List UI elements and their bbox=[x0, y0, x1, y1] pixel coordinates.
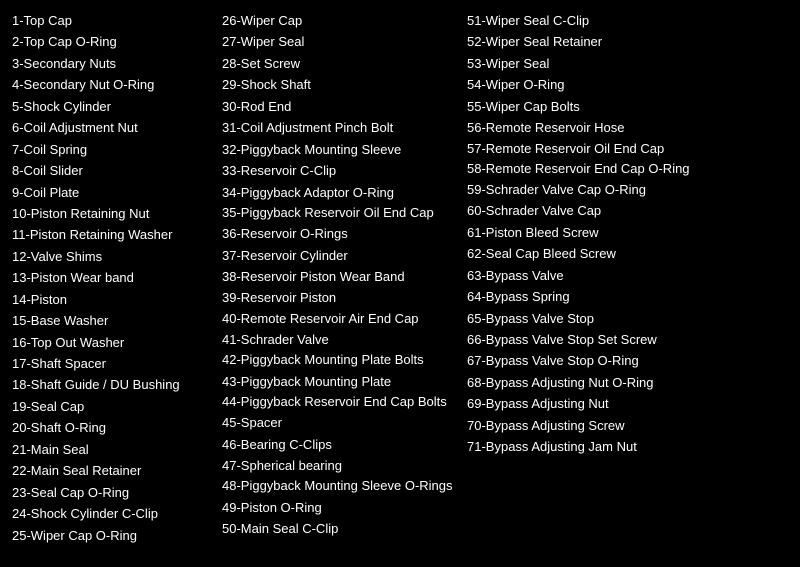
list-item: 51-Wiper Seal C-Clip bbox=[467, 10, 702, 31]
list-item: 56-Remote Reservoir Hose bbox=[467, 117, 702, 138]
list-item: 38-Reservoir Piston Wear Band bbox=[222, 266, 457, 287]
list-item: 41-Schrader Valve bbox=[222, 329, 457, 350]
list-item: 61-Piston Bleed Screw bbox=[467, 222, 702, 243]
list-item: 64-Bypass Spring bbox=[467, 286, 702, 307]
list-item: 49-Piston O-Ring bbox=[222, 497, 457, 518]
list-item: 67-Bypass Valve Stop O-Ring bbox=[467, 350, 702, 371]
list-item: 32-Piggyback Mounting Sleeve bbox=[222, 139, 457, 160]
list-item: 35-Piggyback Reservoir Oil End Cap bbox=[222, 203, 457, 223]
list-item: 59-Schrader Valve Cap O-Ring bbox=[467, 179, 702, 200]
list-item: 36-Reservoir O-Rings bbox=[222, 223, 457, 244]
list-item: 3-Secondary Nuts bbox=[12, 53, 212, 74]
list-item: 6-Coil Adjustment Nut bbox=[12, 117, 212, 138]
column-3: 51-Wiper Seal C-Clip52-Wiper Seal Retain… bbox=[467, 10, 712, 546]
list-item: 12-Valve Shims bbox=[12, 246, 212, 267]
list-item: 60-Schrader Valve Cap bbox=[467, 200, 702, 221]
list-item: 5-Shock Cylinder bbox=[12, 96, 212, 117]
list-item: 45-Spacer bbox=[222, 412, 457, 433]
column-2: 26-Wiper Cap27-Wiper Seal28-Set Screw29-… bbox=[222, 10, 467, 546]
list-item: 65-Bypass Valve Stop bbox=[467, 308, 702, 329]
list-item: 19-Seal Cap bbox=[12, 396, 212, 417]
list-item: 50-Main Seal C-Clip bbox=[222, 518, 457, 539]
list-item: 24-Shock Cylinder C-Clip bbox=[12, 503, 212, 524]
list-item: 9-Coil Plate bbox=[12, 182, 212, 203]
list-item: 33-Reservoir C-Clip bbox=[222, 160, 457, 181]
list-item: 15-Base Washer bbox=[12, 310, 212, 331]
column-1: 1-Top Cap2-Top Cap O-Ring3-Secondary Nut… bbox=[12, 10, 222, 546]
list-item: 7-Coil Spring bbox=[12, 139, 212, 160]
list-item: 54-Wiper O-Ring bbox=[467, 74, 702, 95]
list-item: 10-Piston Retaining Nut bbox=[12, 203, 212, 224]
list-item: 58-Remote Reservoir End Cap O-Ring bbox=[467, 159, 702, 179]
list-item: 69-Bypass Adjusting Nut bbox=[467, 393, 702, 414]
list-item: 57-Remote Reservoir Oil End Cap bbox=[467, 139, 702, 159]
list-item: 46-Bearing C-Clips bbox=[222, 434, 457, 455]
list-item: 4-Secondary Nut O-Ring bbox=[12, 74, 212, 95]
list-item: 1-Top Cap bbox=[12, 10, 212, 31]
list-item: 48-Piggyback Mounting Sleeve O-Rings bbox=[222, 476, 457, 496]
list-item: 44-Piggyback Reservoir End Cap Bolts bbox=[222, 392, 457, 412]
list-item: 47-Spherical bearing bbox=[222, 455, 457, 476]
list-item: 62-Seal Cap Bleed Screw bbox=[467, 243, 702, 264]
list-item: 40-Remote Reservoir Air End Cap bbox=[222, 309, 457, 329]
list-item: 28-Set Screw bbox=[222, 53, 457, 74]
list-item: 2-Top Cap O-Ring bbox=[12, 31, 212, 52]
list-item: 63-Bypass Valve bbox=[467, 265, 702, 286]
list-item: 26-Wiper Cap bbox=[222, 10, 457, 31]
list-item: 55-Wiper Cap Bolts bbox=[467, 96, 702, 117]
list-item: 31-Coil Adjustment Pinch Bolt bbox=[222, 117, 457, 138]
list-item: 8-Coil Slider bbox=[12, 160, 212, 181]
list-item: 71-Bypass Adjusting Jam Nut bbox=[467, 436, 702, 457]
list-item: 52-Wiper Seal Retainer bbox=[467, 31, 702, 52]
list-item: 68-Bypass Adjusting Nut O-Ring bbox=[467, 372, 702, 393]
list-item: 11-Piston Retaining Washer bbox=[12, 224, 212, 245]
list-item: 37-Reservoir Cylinder bbox=[222, 245, 457, 266]
list-item: 30-Rod End bbox=[222, 96, 457, 117]
list-item: 70-Bypass Adjusting Screw bbox=[467, 415, 702, 436]
list-item: 66-Bypass Valve Stop Set Screw bbox=[467, 329, 702, 350]
list-item: 22-Main Seal Retainer bbox=[12, 460, 212, 481]
list-item: 16-Top Out Washer bbox=[12, 332, 212, 353]
list-item: 43-Piggyback Mounting Plate bbox=[222, 371, 457, 392]
list-item: 34-Piggyback Adaptor O-Ring bbox=[222, 182, 457, 203]
list-item: 29-Shock Shaft bbox=[222, 74, 457, 95]
list-item: 42-Piggyback Mounting Plate Bolts bbox=[222, 350, 457, 370]
list-item: 18-Shaft Guide / DU Bushing bbox=[12, 374, 212, 395]
parts-list: 1-Top Cap2-Top Cap O-Ring3-Secondary Nut… bbox=[12, 10, 788, 546]
list-item: 39-Reservoir Piston bbox=[222, 287, 457, 308]
list-item: 21-Main Seal bbox=[12, 439, 212, 460]
list-item: 20-Shaft O-Ring bbox=[12, 417, 212, 438]
list-item: 27-Wiper Seal bbox=[222, 31, 457, 52]
list-item: 23-Seal Cap O-Ring bbox=[12, 482, 212, 503]
list-item: 53-Wiper Seal bbox=[467, 53, 702, 74]
list-item: 13-Piston Wear band bbox=[12, 267, 212, 288]
list-item: 14-Piston bbox=[12, 289, 212, 310]
list-item: 17-Shaft Spacer bbox=[12, 353, 212, 374]
list-item: 25-Wiper Cap O-Ring bbox=[12, 525, 212, 546]
